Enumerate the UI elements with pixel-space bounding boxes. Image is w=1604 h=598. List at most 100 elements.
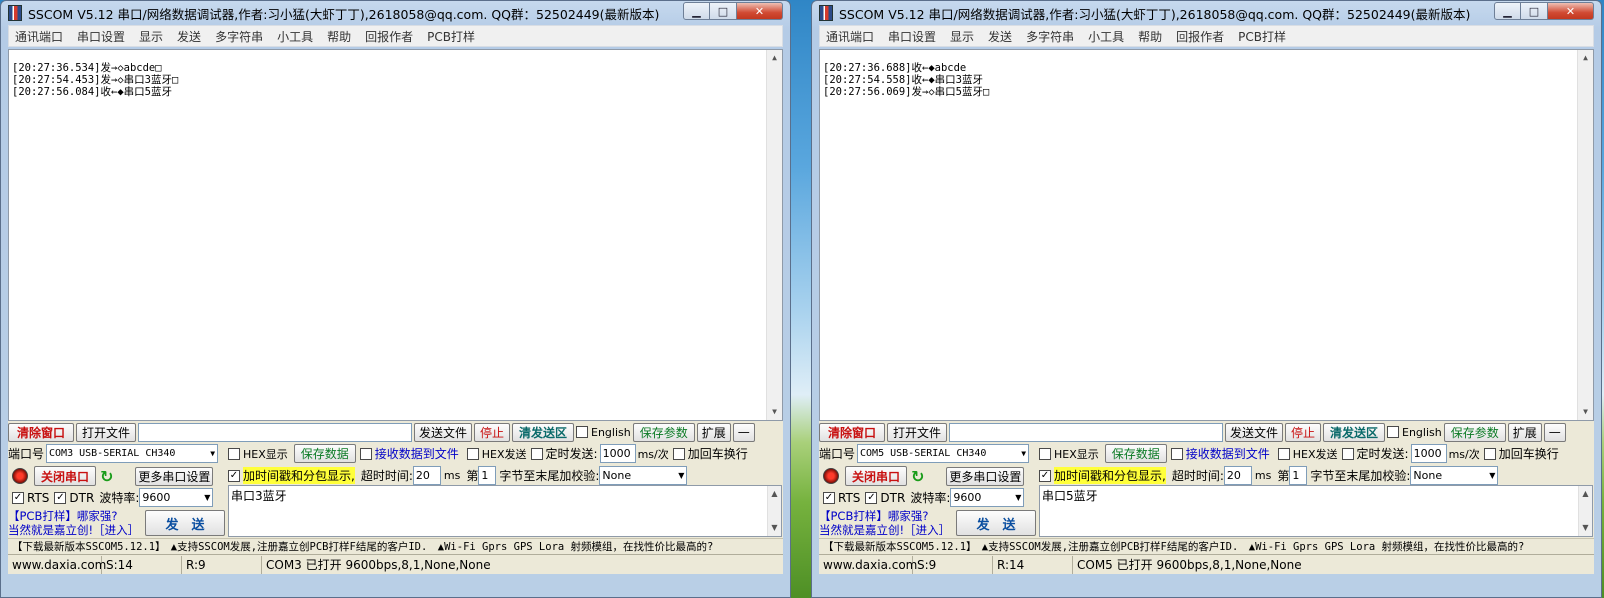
dropdown-arrow-icon[interactable]: ▼ bbox=[208, 449, 215, 458]
pcb-ad[interactable]: 【PCB打样】哪家强? 当然就是嘉立创!［进入］ bbox=[8, 509, 139, 537]
send-button[interactable]: 发 送 bbox=[956, 510, 1036, 536]
save-params-button[interactable]: 保存参数 bbox=[1443, 422, 1506, 442]
dropdown-arrow-icon[interactable]: ▼ bbox=[676, 471, 684, 480]
menu-display[interactable]: 显示 bbox=[950, 28, 974, 45]
scroll-down-icon[interactable]: ▼ bbox=[1579, 520, 1592, 536]
menu-comm-port[interactable]: 通讯端口 bbox=[15, 28, 63, 45]
save-data-button[interactable]: 保存数据 bbox=[1104, 444, 1167, 463]
pcb-ad-line2[interactable]: 当然就是嘉立创!［进入］ bbox=[819, 523, 950, 537]
menu-feedback[interactable]: 回报作者 bbox=[1176, 28, 1224, 45]
maximize-button[interactable]: □ bbox=[1521, 2, 1548, 20]
baud-select[interactable]: 9600 ▼ bbox=[139, 488, 214, 507]
expand-button[interactable]: 扩展 bbox=[1507, 422, 1542, 442]
menu-tools[interactable]: 小工具 bbox=[1088, 28, 1124, 45]
receive-area[interactable]: [20:27:36.534]发→◇abcde□ [20:27:54.453]发→… bbox=[8, 49, 783, 421]
ad-text[interactable]: 【下载最新版本SSCOM5.12.1】 ▲支持SSCOM发展,注册嘉立创PCB打… bbox=[12, 539, 713, 554]
save-params-button[interactable]: 保存参数 bbox=[632, 422, 695, 442]
close-button[interactable]: ✕ bbox=[737, 2, 783, 20]
status-site[interactable]: www.daxia.com bbox=[819, 555, 917, 574]
menu-serial-settings[interactable]: 串口设置 bbox=[77, 28, 125, 45]
menu-tools[interactable]: 小工具 bbox=[277, 28, 313, 45]
ad-bar[interactable]: 【下载最新版本SSCOM5.12.1】 ▲支持SSCOM发展,注册嘉立创PCB打… bbox=[819, 538, 1594, 554]
more-settings-button[interactable]: 更多串口设置 bbox=[946, 466, 1025, 486]
checkbox-icon[interactable] bbox=[1039, 447, 1051, 460]
minimize-button[interactable]: ▁ bbox=[1494, 2, 1521, 20]
file-path-input[interactable] bbox=[138, 422, 412, 442]
checkbox-icon[interactable] bbox=[530, 447, 543, 460]
menu-send[interactable]: 发送 bbox=[177, 28, 201, 45]
scroll-down-icon[interactable]: ▼ bbox=[1578, 404, 1593, 420]
more-settings-button[interactable]: 更多串口设置 bbox=[135, 466, 214, 486]
close-port-button[interactable]: 关闭串口 bbox=[845, 466, 907, 486]
menu-display[interactable]: 显示 bbox=[139, 28, 163, 45]
collapse-button[interactable]: — bbox=[1543, 422, 1566, 442]
dropdown-arrow-icon[interactable]: ▼ bbox=[1013, 493, 1021, 502]
dropdown-arrow-icon[interactable]: ▼ bbox=[1019, 449, 1026, 458]
timeout-input[interactable]: 20 bbox=[412, 466, 441, 485]
ad-text[interactable]: 【下载最新版本SSCOM5.12.1】 ▲支持SSCOM发展,注册嘉立创PCB打… bbox=[823, 539, 1524, 554]
send-file-button[interactable]: 发送文件 bbox=[1225, 422, 1283, 442]
dropdown-arrow-icon[interactable]: ▼ bbox=[202, 493, 210, 502]
refresh-icon[interactable]: ↻ bbox=[911, 467, 924, 486]
checkbox-icon[interactable] bbox=[359, 447, 372, 460]
pcb-ad-line2[interactable]: 当然就是嘉立创!［进入］ bbox=[8, 523, 139, 537]
pcb-ad[interactable]: 【PCB打样】哪家强? 当然就是嘉立创!［进入］ bbox=[819, 509, 950, 537]
collapse-button[interactable]: — bbox=[732, 422, 755, 442]
close-port-button[interactable]: 关闭串口 bbox=[34, 466, 96, 486]
title-bar[interactable]: SSCOM V5.12 串口/网络数据调试器,作者:习小猛(大虾丁丁),2618… bbox=[8, 1, 783, 25]
timeout-input[interactable]: 20 bbox=[1223, 466, 1252, 485]
interval-input[interactable]: 1000 bbox=[599, 444, 636, 463]
scroll-up-icon[interactable]: ▲ bbox=[768, 486, 781, 502]
port-select[interactable]: COM5 USB-SERIAL CH340 ▼ bbox=[857, 444, 1030, 463]
checkbox-icon[interactable] bbox=[672, 447, 685, 460]
refresh-icon[interactable]: ↻ bbox=[100, 467, 113, 486]
open-file-button[interactable]: 打开文件 bbox=[76, 422, 136, 442]
checkbox-icon[interactable] bbox=[228, 447, 240, 460]
send-scrollbar[interactable]: ▲ ▼ bbox=[1578, 486, 1592, 536]
menu-multi-string[interactable]: 多字符串 bbox=[215, 28, 263, 45]
recv-to-file-label[interactable]: 接收数据到文件 bbox=[1186, 445, 1270, 462]
minimize-button[interactable]: ▁ bbox=[683, 2, 710, 20]
dropdown-arrow-icon[interactable]: ▼ bbox=[1487, 471, 1495, 480]
menu-send[interactable]: 发送 bbox=[988, 28, 1012, 45]
open-file-button[interactable]: 打开文件 bbox=[887, 422, 947, 442]
checkbox-icon[interactable] bbox=[1483, 447, 1496, 460]
port-select[interactable]: COM3 USB-SERIAL CH340 ▼ bbox=[46, 444, 219, 463]
checkbox-icon[interactable] bbox=[1341, 447, 1354, 460]
send-input[interactable]: 串口3蓝牙 ▲ ▼ bbox=[228, 485, 782, 537]
menu-comm-port[interactable]: 通讯端口 bbox=[826, 28, 874, 45]
nth-input[interactable]: 1 bbox=[478, 466, 497, 485]
menu-multi-string[interactable]: 多字符串 bbox=[1026, 28, 1074, 45]
english-checkbox[interactable]: English bbox=[576, 426, 631, 439]
receive-scrollbar[interactable]: ▲ ▼ bbox=[1577, 50, 1593, 420]
checkbox-icon[interactable] bbox=[1387, 426, 1399, 438]
title-bar[interactable]: SSCOM V5.12 串口/网络数据调试器,作者:习小猛(大虾丁丁),2618… bbox=[819, 1, 1594, 25]
checkbox-icon[interactable] bbox=[1170, 447, 1183, 460]
checkbox-icon[interactable]: ✓ bbox=[54, 491, 67, 504]
stop-button[interactable]: 停止 bbox=[474, 422, 510, 442]
scroll-up-icon[interactable]: ▲ bbox=[1579, 486, 1592, 502]
checkbox-icon[interactable] bbox=[576, 426, 588, 438]
clear-window-button[interactable]: 清除窗口 bbox=[8, 422, 74, 442]
menu-pcb[interactable]: PCB打样 bbox=[1238, 28, 1286, 45]
ad-bar[interactable]: 【下载最新版本SSCOM5.12.1】 ▲支持SSCOM发展,注册嘉立创PCB打… bbox=[8, 538, 783, 554]
interval-input[interactable]: 1000 bbox=[1410, 444, 1447, 463]
menu-help[interactable]: 帮助 bbox=[327, 28, 351, 45]
pcb-ad-line1[interactable]: 【PCB打样】哪家强? bbox=[8, 509, 117, 523]
scroll-down-icon[interactable]: ▼ bbox=[768, 520, 781, 536]
menu-help[interactable]: 帮助 bbox=[1138, 28, 1162, 45]
english-checkbox[interactable]: English bbox=[1387, 426, 1442, 439]
file-path-input[interactable] bbox=[949, 422, 1223, 442]
checksum-select[interactable]: None ▼ bbox=[599, 466, 688, 485]
send-input[interactable]: 串口5蓝牙 ▲ ▼ bbox=[1039, 485, 1593, 537]
scroll-up-icon[interactable]: ▲ bbox=[767, 50, 782, 66]
scroll-down-icon[interactable]: ▼ bbox=[767, 404, 782, 420]
menu-pcb[interactable]: PCB打样 bbox=[427, 28, 475, 45]
checksum-select[interactable]: None ▼ bbox=[1410, 466, 1499, 485]
save-data-button[interactable]: 保存数据 bbox=[293, 444, 356, 463]
checkbox-icon[interactable]: ✓ bbox=[228, 469, 240, 482]
checkbox-icon[interactable] bbox=[1277, 447, 1290, 460]
checkbox-icon[interactable]: ✓ bbox=[865, 491, 878, 504]
menu-feedback[interactable]: 回报作者 bbox=[365, 28, 413, 45]
stop-button[interactable]: 停止 bbox=[1285, 422, 1321, 442]
